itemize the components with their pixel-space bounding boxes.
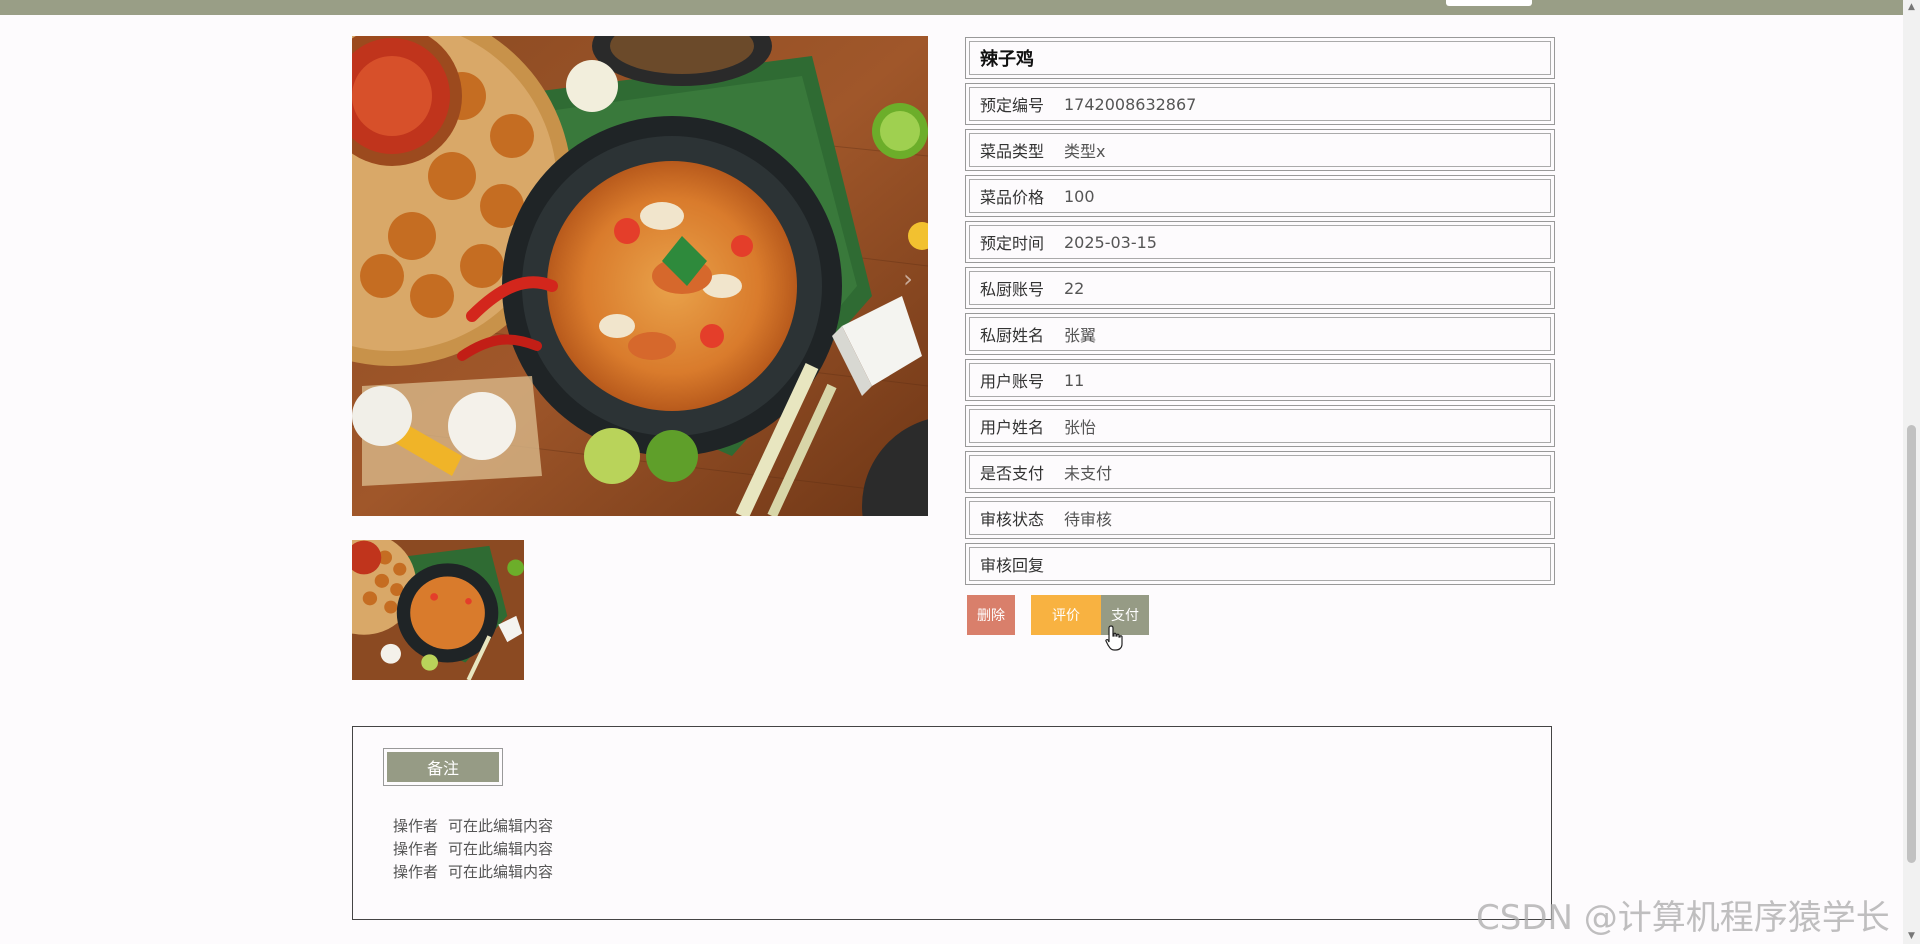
note-item[interactable]: 操作者 可在此编辑内容 <box>393 815 563 838</box>
field-row-chef-account: 私厨账号 22 <box>965 267 1555 309</box>
notes-panel: 备注 操作者 可在此编辑内容 操作者 可在此编辑内容 操作者 可在此编辑内容 <box>352 726 1552 920</box>
field-row-booking-time: 预定时间 2025-03-15 <box>965 221 1555 263</box>
delete-button[interactable]: 删除 <box>967 595 1015 635</box>
notes-tab-label: 备注 <box>387 752 499 782</box>
scroll-up-icon[interactable]: ▲ <box>1906 2 1917 13</box>
field-value: 100 <box>1064 186 1095 206</box>
field-value: 张怡 <box>1064 418 1097 437</box>
note-author: 操作者 <box>393 863 439 881</box>
chevron-right-icon[interactable]: › <box>898 266 918 292</box>
watermark: CSDN @计算机程序猿学长 <box>1476 898 1890 938</box>
field-row-review-reply: 审核回复 <box>965 543 1555 585</box>
field-label: 审核状态 <box>980 510 1045 529</box>
note-author: 操作者 <box>393 817 439 835</box>
field-value: 22 <box>1064 278 1085 298</box>
field-label: 预定时间 <box>980 234 1045 253</box>
field-row-user-account: 用户账号 11 <box>965 359 1555 401</box>
field-label: 审核回复 <box>980 556 1045 575</box>
top-nav-bar <box>0 0 1903 15</box>
hand-pointer-icon <box>1105 625 1123 651</box>
note-author: 操作者 <box>393 840 439 858</box>
field-label: 菜品类型 <box>980 142 1045 161</box>
field-value: 1742008632867 <box>1064 94 1197 114</box>
note-content: 可在此编辑内容 <box>448 840 554 858</box>
notes-list: 操作者 可在此编辑内容 操作者 可在此编辑内容 操作者 可在此编辑内容 <box>393 815 563 884</box>
field-value: 11 <box>1064 370 1085 390</box>
field-row-order-number: 预定编号 1742008632867 <box>965 83 1555 125</box>
field-label: 私厨账号 <box>980 280 1045 299</box>
field-value: 张翼 <box>1064 326 1097 345</box>
field-value: 2025-03-15 <box>1064 232 1157 252</box>
field-label: 私厨姓名 <box>980 326 1045 345</box>
field-label: 用户姓名 <box>980 418 1045 437</box>
note-item[interactable]: 操作者 可在此编辑内容 <box>393 838 563 861</box>
field-row-chef-name: 私厨姓名 张翼 <box>965 313 1555 355</box>
note-item[interactable]: 操作者 可在此编辑内容 <box>393 861 563 884</box>
dish-thumbnail[interactable] <box>352 540 524 680</box>
notes-tab[interactable]: 备注 <box>383 748 503 786</box>
dish-main-image <box>352 36 928 516</box>
scrollbar-thumb[interactable] <box>1907 425 1916 863</box>
scroll-down-icon[interactable]: ▼ <box>1906 931 1917 942</box>
order-details: 辣子鸡 预定编号 1742008632867 菜品类型 类型x 菜品价格 100… <box>965 37 1555 589</box>
note-content: 可在此编辑内容 <box>448 817 554 835</box>
field-label: 是否支付 <box>980 464 1045 483</box>
field-label: 菜品价格 <box>980 188 1045 207</box>
field-row-user-name: 用户姓名 张怡 <box>965 405 1555 447</box>
field-value: 待审核 <box>1064 510 1113 529</box>
field-row-payment-status: 是否支付 未支付 <box>965 451 1555 493</box>
field-row-review-status: 审核状态 待审核 <box>965 497 1555 539</box>
field-row-dish-type: 菜品类型 类型x <box>965 129 1555 171</box>
field-row-dish-price: 菜品价格 100 <box>965 175 1555 217</box>
top-nav-button[interactable] <box>1446 0 1532 6</box>
field-value: 未支付 <box>1064 464 1113 483</box>
dish-title-row: 辣子鸡 <box>965 37 1555 79</box>
dish-title: 辣子鸡 <box>980 49 1034 70</box>
review-button[interactable]: 评价 <box>1031 595 1101 635</box>
field-label: 预定编号 <box>980 96 1045 115</box>
field-value: 类型x <box>1064 142 1106 161</box>
field-label: 用户账号 <box>980 372 1045 391</box>
note-content: 可在此编辑内容 <box>448 863 554 881</box>
